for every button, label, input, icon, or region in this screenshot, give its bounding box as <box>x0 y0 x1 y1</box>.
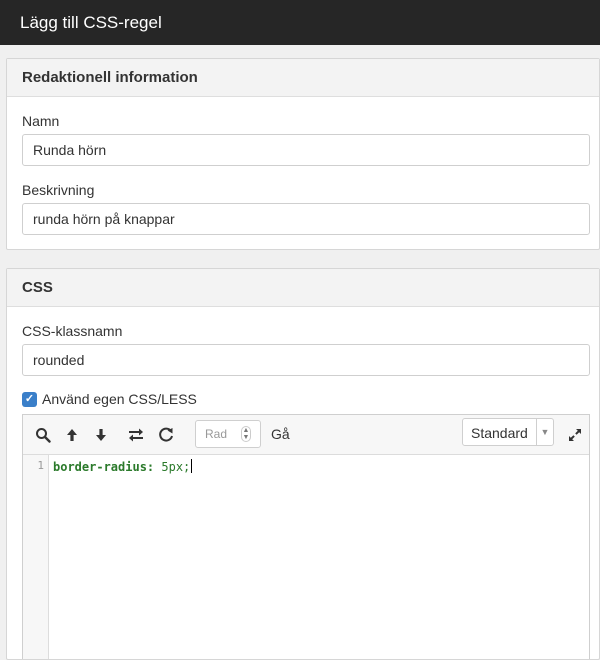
fullscreen-icon[interactable] <box>565 425 585 445</box>
name-label: Namn <box>22 113 59 129</box>
refresh-icon[interactable] <box>156 425 176 445</box>
custom-css-checkbox[interactable]: ✓ <box>22 392 37 407</box>
chevron-down-icon[interactable]: ▼ <box>536 419 553 445</box>
swap-icon[interactable] <box>126 425 146 445</box>
custom-css-label: Använd egen CSS/LESS <box>42 391 197 407</box>
name-input[interactable]: Runda hörn <box>22 134 590 166</box>
arrow-down-icon[interactable] <box>91 425 111 445</box>
classname-input[interactable]: rounded <box>22 344 590 376</box>
line-number: 1 <box>37 459 44 472</box>
css-heading: CSS <box>7 269 599 307</box>
code-editor[interactable]: Rad ▲▼ Gå Standard ▼ 1 border-radius: 5p… <box>22 414 590 659</box>
description-input[interactable]: runda hörn på knappar <box>22 203 590 235</box>
line-gutter: 1 <box>23 455 49 659</box>
go-button[interactable]: Gå <box>271 426 290 442</box>
classname-label: CSS-klassnamn <box>22 323 122 339</box>
editor-toolbar: Rad ▲▼ Gå Standard ▼ <box>23 415 589 455</box>
search-icon[interactable] <box>33 425 53 445</box>
editorial-panel: Redaktionell information Namn Runda hörn… <box>6 58 600 250</box>
editorial-heading: Redaktionell information <box>7 59 599 97</box>
row-spinner-icon[interactable]: ▲▼ <box>241 426 251 442</box>
text-cursor <box>191 459 192 473</box>
css-value: 5px; <box>154 460 190 474</box>
dialog-title: Lägg till CSS-regel <box>0 0 600 45</box>
css-property: border-radius: <box>53 460 154 474</box>
css-panel: CSS CSS-klassnamn rounded ✓ Använd egen … <box>6 268 600 660</box>
mode-select-value: Standard <box>471 425 528 441</box>
description-label: Beskrivning <box>22 182 94 198</box>
mode-select[interactable]: Standard ▼ <box>462 418 554 446</box>
arrow-up-icon[interactable] <box>62 425 82 445</box>
code-line[interactable]: border-radius: 5px; <box>53 459 192 474</box>
row-input[interactable]: Rad <box>195 420 261 448</box>
